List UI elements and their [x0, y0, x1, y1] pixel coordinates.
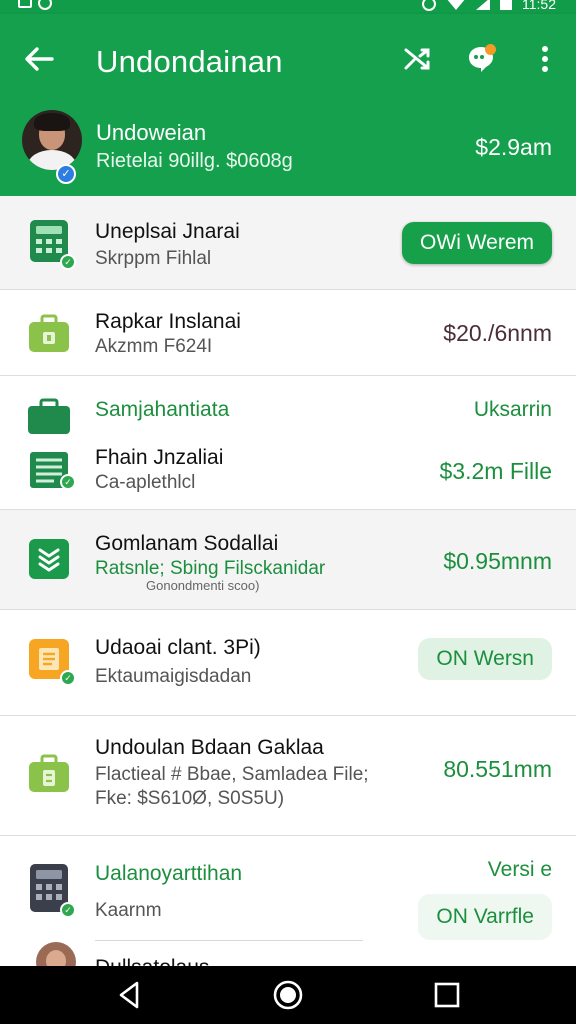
item-subtitle: Kaarnm — [95, 900, 162, 921]
account-name: Undoweian — [96, 120, 207, 145]
list-item[interactable]: Gomlanam Sodallai Ratsnle; Sbing Filscka… — [0, 510, 576, 610]
check-badge-icon: ✓ — [60, 254, 76, 270]
item-value: 80.551mm — [443, 756, 552, 782]
home-nav-icon[interactable] — [271, 978, 305, 1012]
account-amount: $2.9am — [475, 134, 552, 160]
item-value: $3.2m Fille — [439, 458, 552, 484]
divider — [95, 940, 363, 941]
back-nav-icon[interactable] — [112, 978, 146, 1012]
item-title: Undoulan Bdaan Gaklaa — [95, 736, 324, 759]
item-action-button[interactable]: ON Varrfle — [418, 894, 552, 940]
briefcase-icon — [26, 750, 72, 796]
check-badge-icon: ✓ — [60, 902, 76, 918]
item-value: $0.95mnm — [443, 548, 552, 574]
item-subtitle: Akzmm F624I — [95, 336, 213, 357]
briefcase-icon — [26, 398, 72, 436]
list-item[interactable]: ✓ Udaoai clant. 3Pi) Ektaumaigisdadan ON… — [0, 610, 576, 716]
item-title: Uneplsai Jnarai — [95, 220, 240, 243]
item-footnote: Gonondmenti scoo) — [146, 578, 260, 593]
back-arrow-icon[interactable] — [22, 42, 56, 76]
verified-badge-icon: ✓ — [56, 164, 76, 184]
section-title: Samjahantiata — [95, 398, 230, 421]
item-value: $20./6nnm — [443, 320, 552, 346]
wifi-icon — [446, 0, 466, 10]
sync-icon — [38, 0, 52, 10]
item-subtitle: Ektaumaigisdadan — [95, 666, 252, 687]
briefcase-icon — [26, 310, 72, 356]
list-item[interactable]: Samjahantiata Uksarrin ✓ Fhain Jnzaliai … — [0, 376, 576, 510]
check-badge-icon: ✓ — [60, 474, 76, 490]
item-title: Udaoai clant. 3Pi) — [95, 636, 261, 659]
item-title: Rapkar Inslanai — [95, 310, 241, 333]
app-bar: Undondainan ✓ Undoweian Rietelai 90illg.… — [0, 14, 576, 196]
more-vert-icon[interactable] — [528, 42, 562, 76]
item-title: Fhain Jnzaliai — [95, 446, 224, 469]
list-item[interactable]: Undoulan Bdaan Gaklaa Flactieal # Bbae, … — [0, 716, 576, 836]
item-action-button[interactable]: ON Wersn — [418, 638, 552, 680]
item-value: Versi e — [487, 858, 552, 881]
item-action-button[interactable]: OWi Werem — [402, 222, 552, 264]
signal-icon — [476, 0, 490, 10]
gallery-icon — [18, 0, 32, 8]
section-value: Uksarrin — [473, 398, 552, 421]
list-item[interactable]: ✓ Ualanoyarttihan Kaarnm Versi e ON Varr… — [0, 836, 576, 982]
account-subtitle: Rietelai 90illg. $0608g — [96, 150, 293, 172]
check-badge-icon: ✓ — [60, 670, 76, 686]
notification-dot — [485, 44, 496, 55]
battery-icon — [500, 0, 512, 10]
status-bar: 11:52 — [0, 0, 576, 14]
navigation-bar — [0, 966, 576, 1024]
alarm-icon — [422, 0, 436, 11]
shuffle-icon[interactable] — [400, 42, 434, 76]
item-title: Gomlanam Sodallai — [95, 532, 279, 555]
list-item[interactable]: Rapkar Inslanai Akzmm F624I $20./6nnm — [0, 290, 576, 376]
recents-nav-icon[interactable] — [430, 978, 464, 1012]
item-subtitle: Flactieal # Bbae, Samladea File; — [95, 764, 369, 785]
item-subtitle: Ca-aplethlcl — [95, 472, 196, 493]
item-subtitle-2: Fke: $S610Ø, S0S5U) — [95, 788, 285, 809]
page-title: Undondainan — [96, 44, 283, 79]
item-subtitle: Ratsnle; Sbing Filsckanidar — [95, 558, 326, 579]
layers-icon — [26, 536, 72, 582]
status-time: 11:52 — [522, 0, 556, 12]
item-title: Ualanoyarttihan — [95, 862, 243, 885]
avatar[interactable] — [22, 110, 82, 170]
item-subtitle: Skrppm Fihlal — [95, 248, 212, 269]
list-item[interactable]: ✓ Uneplsai Jnarai Skrppm Fihlal OWi Were… — [0, 196, 576, 290]
